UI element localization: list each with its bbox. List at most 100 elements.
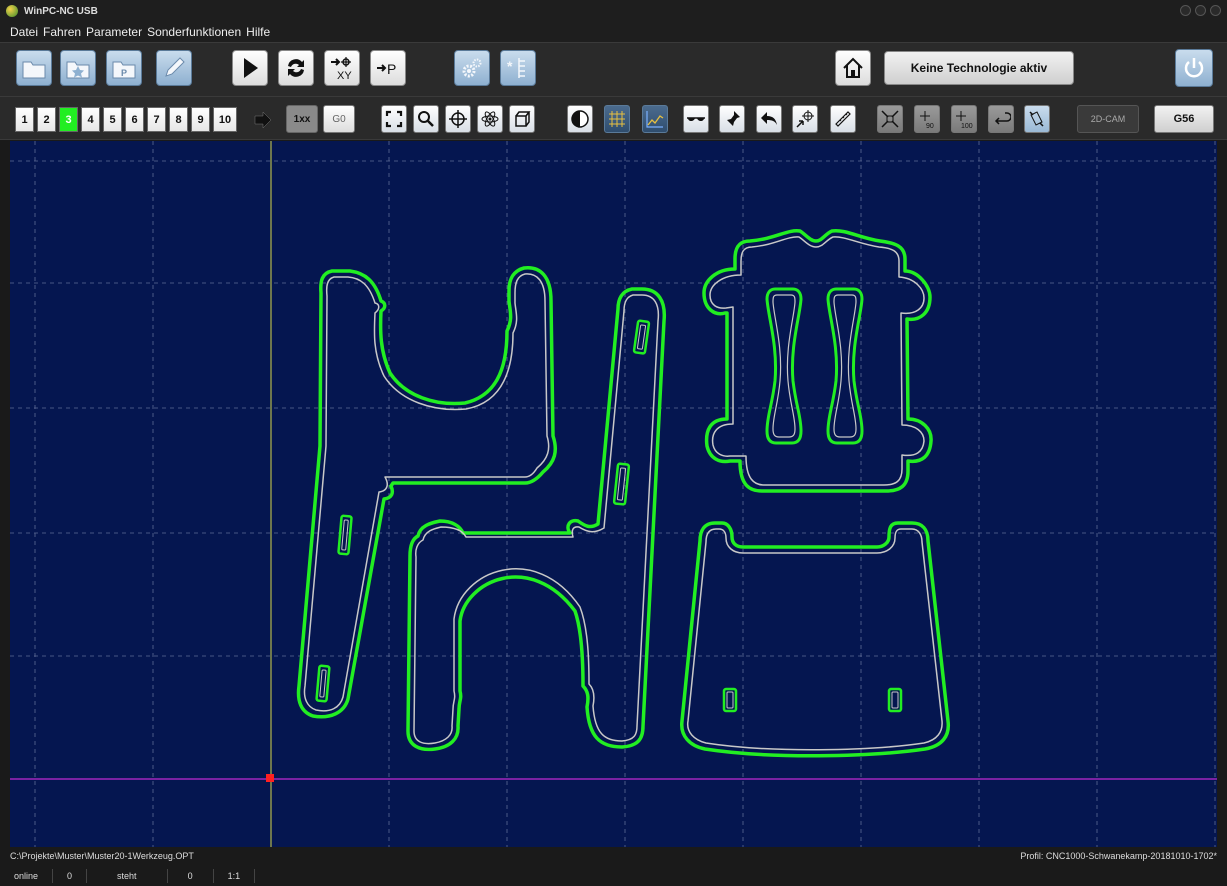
refresh-icon <box>288 59 304 77</box>
glasses-button[interactable] <box>683 105 709 133</box>
tool-number-9[interactable]: 9 <box>191 107 210 132</box>
tool-number-2[interactable]: 2 <box>37 107 56 132</box>
tool-number-8[interactable]: 8 <box>169 107 188 132</box>
zoom-extents-button[interactable] <box>381 105 407 133</box>
play-icon <box>244 58 258 78</box>
part-seat <box>680 521 951 758</box>
file-path: C:\Projekte\Muster\Muster20-1Werkzeug.OP… <box>10 851 194 861</box>
favorites-icon <box>66 61 90 79</box>
close-button[interactable] <box>1210 5 1221 16</box>
goto-xy-button[interactable]: XY <box>324 50 360 86</box>
special-functions-button[interactable]: * <box>500 50 536 86</box>
view-toolbar: 1 2 3 4 5 6 7 8 9 10 1xx G0 90 100 2D-CA… <box>0 96 1227 140</box>
file-info-bar: C:\Projekte\Muster\Muster20-1Werkzeug.OP… <box>0 847 1227 865</box>
goto-p-icon: P <box>377 61 396 77</box>
program-file-icon: P <box>112 61 136 79</box>
app-logo-icon <box>6 5 18 17</box>
tool-number-6[interactable]: 6 <box>125 107 144 132</box>
tool-number-7[interactable]: 7 <box>147 107 166 132</box>
chart-line-icon <box>646 111 664 128</box>
menu-sonderfunktionen[interactable]: Sonderfunktionen <box>147 25 241 39</box>
edit-pencil-icon <box>165 57 185 77</box>
special-axes-icon: * <box>507 58 525 78</box>
path-direction-button[interactable] <box>1024 105 1050 133</box>
favorites-button[interactable] <box>60 50 96 86</box>
zoom-button[interactable] <box>413 105 439 133</box>
tool-number-5[interactable]: 5 <box>103 107 122 132</box>
move-90-button[interactable]: 90 <box>914 105 940 133</box>
set-zero-button[interactable] <box>792 105 818 133</box>
status-value-2: 0 <box>168 868 214 883</box>
menu-parameter[interactable]: Parameter <box>86 25 142 39</box>
workpiece-drawing <box>10 141 1217 847</box>
minimize-button[interactable] <box>1180 5 1191 16</box>
3d-view-button[interactable] <box>509 105 535 133</box>
pin-icon <box>725 111 740 128</box>
back-arrow-icon <box>761 112 777 125</box>
goto-p-label: P <box>387 61 396 77</box>
glasses-icon <box>687 117 705 121</box>
goto-p-button[interactable]: P <box>370 50 406 86</box>
origin-marker <box>266 774 274 782</box>
magnifier-icon <box>418 111 434 127</box>
undo-button[interactable] <box>756 105 782 133</box>
power-icon <box>1184 58 1204 78</box>
power-button[interactable] <box>1175 49 1213 87</box>
start-button[interactable] <box>232 50 268 86</box>
mode-g0-button[interactable]: G0 <box>323 105 355 133</box>
tool-number-3[interactable]: 3 <box>59 107 78 132</box>
grid-lines <box>10 141 1217 847</box>
part-right-side <box>406 287 667 752</box>
shrink-icon <box>881 110 899 128</box>
return-button[interactable] <box>988 105 1014 133</box>
open-file-button[interactable] <box>16 50 52 86</box>
path-direction-icon <box>1029 111 1044 127</box>
simulation-button[interactable] <box>477 105 503 133</box>
fit-view-icon <box>385 110 403 128</box>
move-90-icon: 90 <box>920 111 934 129</box>
connection-status: online <box>0 868 54 883</box>
goto-xy-label: XY <box>337 70 352 82</box>
menu-hilfe[interactable]: Hilfe <box>246 25 270 39</box>
2d-cam-button[interactable]: 2D-CAM <box>1077 105 1139 133</box>
technology-status-button[interactable]: Keine Technologie aktiv <box>884 51 1074 85</box>
settings-button[interactable] <box>454 50 490 86</box>
arrow-right-icon[interactable] <box>253 110 273 130</box>
tool-number-10[interactable]: 10 <box>213 107 237 132</box>
workpiece-canvas[interactable] <box>10 141 1217 847</box>
menu-fahren[interactable]: Fahren <box>43 25 81 39</box>
scale-value: 1:1 <box>214 868 256 883</box>
g56-button[interactable]: G56 <box>1154 105 1214 133</box>
pan-button[interactable] <box>445 105 471 133</box>
repeat-button[interactable] <box>278 50 314 86</box>
grid-toggle-button[interactable] <box>604 105 630 133</box>
title-bar: WinPC-NC USB <box>0 0 1227 22</box>
measure-button[interactable] <box>830 105 856 133</box>
edit-button[interactable] <box>156 50 192 86</box>
tool-number-1[interactable]: 1 <box>15 107 34 132</box>
shrink-button[interactable] <box>877 105 903 133</box>
home-icon <box>843 57 863 78</box>
maximize-button[interactable] <box>1195 5 1206 16</box>
move-90-label: 90 <box>926 123 934 129</box>
mode-1xx-button[interactable]: 1xx <box>286 105 318 133</box>
pin-button[interactable] <box>719 105 745 133</box>
move-100-button[interactable]: 100 <box>951 105 977 133</box>
contrast-button[interactable] <box>567 105 593 133</box>
svg-text:*: * <box>507 58 513 74</box>
cube-icon <box>515 111 531 127</box>
window-controls <box>1180 5 1221 16</box>
path-view-button[interactable] <box>642 105 668 133</box>
tool-number-4[interactable]: 4 <box>81 107 100 132</box>
goto-xy-icon: XY <box>331 57 352 82</box>
part-left-side <box>296 266 557 719</box>
return-arrow-icon <box>994 112 1011 125</box>
menu-datei[interactable]: Datei <box>10 25 38 39</box>
program-file-button[interactable]: P <box>106 50 142 86</box>
status-bar: online 0 steht 0 1:1 <box>0 865 1227 886</box>
machine-state: steht <box>87 868 168 883</box>
target-arrow-icon <box>796 110 814 128</box>
status-value-1: 0 <box>53 868 88 883</box>
home-button[interactable] <box>835 50 871 86</box>
settings-gears-icon <box>462 58 482 78</box>
